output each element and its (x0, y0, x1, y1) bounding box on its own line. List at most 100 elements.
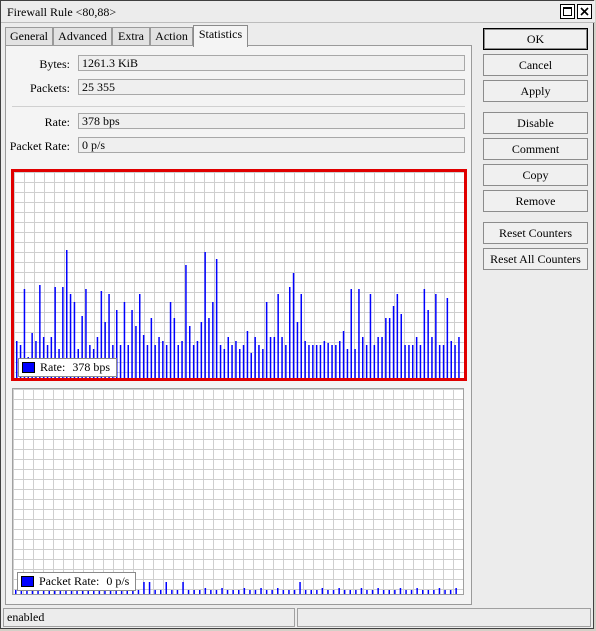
close-button[interactable] (577, 4, 592, 19)
rate-bar (292, 273, 295, 378)
packet-rate-label: Packet Rate: (9, 139, 70, 153)
rate-bar (165, 345, 168, 378)
rate-legend-swatch (22, 362, 35, 373)
status-bar-state: enabled (3, 608, 295, 627)
close-icon (580, 7, 589, 16)
apply-button[interactable]: Apply (483, 80, 588, 102)
rate-bar (388, 318, 391, 378)
packet-rate-bar (160, 590, 162, 594)
rate-bar (265, 302, 268, 378)
packet-rate-legend-value: 0 p/s (106, 574, 130, 588)
packet-rate-value: 0 p/s (78, 137, 465, 153)
packet-rate-bar (399, 588, 402, 594)
rate-graph: Rate: 378 bps (11, 169, 467, 381)
ok-button[interactable]: OK (483, 28, 588, 50)
rate-bar (219, 345, 222, 378)
packet-rate-legend-label: Packet Rate: (39, 574, 100, 588)
rate-bar (189, 326, 191, 378)
packet-rate-bar (327, 590, 329, 594)
packet-rate-bar (293, 590, 296, 594)
rate-bar (131, 310, 133, 378)
packet-rate-bar (277, 588, 279, 594)
rate-bar (246, 331, 249, 378)
packet-rate-bar (422, 590, 424, 594)
packet-rate-legend: Packet Rate: 0 p/s (17, 572, 137, 591)
packet-rate-bar (304, 590, 307, 594)
packet-rate-bar (332, 590, 335, 594)
packet-rate-bar (288, 590, 290, 594)
packet-rate-bar (254, 590, 257, 594)
bytes-label: Bytes: (39, 57, 70, 71)
copy-button[interactable]: Copy (483, 164, 588, 186)
rate-bar (304, 341, 306, 378)
rate-bar (169, 302, 172, 378)
rate-bar (327, 343, 329, 378)
packet-rate-bar (394, 590, 396, 594)
rate-bar (450, 341, 452, 378)
packet-rate-bar (210, 590, 212, 594)
packet-rate-bar (316, 590, 318, 594)
maximize-icon (563, 7, 572, 16)
rate-bar (423, 289, 426, 378)
packet-rate-bar (382, 590, 385, 594)
rate-bar (289, 287, 291, 378)
rate-bar (392, 306, 395, 378)
separator (12, 106, 465, 107)
packet-rate-bar (449, 590, 452, 594)
reset-all-counters-button[interactable]: Reset All Counters (483, 248, 588, 270)
remove-button[interactable]: Remove (483, 190, 588, 212)
rate-bar (369, 294, 372, 378)
rate-bar (377, 337, 379, 378)
packet-rate-bar (182, 582, 184, 594)
rate-bar (308, 345, 310, 378)
rate-bar (242, 345, 245, 378)
packet-rate-graph-bars (15, 582, 457, 594)
tab-general[interactable]: General (5, 27, 53, 45)
rate-bar (158, 337, 160, 378)
packet-rate-bar (187, 590, 190, 594)
packet-rate-bar (199, 590, 201, 594)
rate-bar (281, 337, 283, 378)
rate-bar (123, 302, 126, 378)
rate-bar (312, 345, 314, 378)
rate-bar (373, 345, 376, 378)
rate-bar (227, 337, 229, 378)
rate-bar (231, 345, 233, 378)
rate-bar (235, 341, 237, 378)
packet-rate-graph: Packet Rate: 0 p/s (12, 388, 464, 595)
packet-rate-bar (148, 582, 151, 594)
packet-rate-bar (171, 590, 173, 594)
packet-rate-bar (226, 590, 229, 594)
packet-rate-bar (260, 588, 262, 594)
packet-rate-bar (416, 588, 418, 594)
rate-legend: Rate: 378 bps (18, 358, 117, 377)
disable-button[interactable]: Disable (483, 112, 588, 134)
rate-bar (119, 345, 122, 378)
packet-rate-bar (143, 582, 145, 594)
rate-legend-label: Rate: (40, 360, 66, 374)
packet-rate-bar (405, 590, 407, 594)
tab-advanced[interactable]: Advanced (53, 27, 112, 45)
tab-statistics[interactable]: Statistics (193, 25, 248, 47)
rate-bar (273, 337, 276, 378)
reset-counters-button[interactable]: Reset Counters (483, 222, 588, 244)
tab-action[interactable]: Action (150, 27, 193, 45)
packet-rate-bar (310, 590, 312, 594)
packet-rate-bar (137, 590, 140, 594)
rate-bar (385, 318, 387, 378)
packet-rate-legend-swatch (21, 576, 34, 587)
tab-extra[interactable]: Extra (112, 27, 150, 45)
rate-bar (192, 345, 195, 378)
title-bar: Firewall Rule <80,88> (1, 1, 595, 23)
comment-button[interactable]: Comment (483, 138, 588, 160)
packet-rate-bar (221, 588, 223, 594)
maximize-button[interactable] (560, 4, 575, 19)
rate-graph-bars (16, 250, 460, 378)
rate-bar (346, 349, 349, 378)
packets-value: 25 355 (78, 79, 465, 95)
rate-bar (362, 337, 364, 378)
rate-bar (354, 349, 356, 378)
packet-rate-bar (193, 590, 195, 594)
cancel-button[interactable]: Cancel (483, 54, 588, 76)
rate-bar (185, 265, 187, 378)
